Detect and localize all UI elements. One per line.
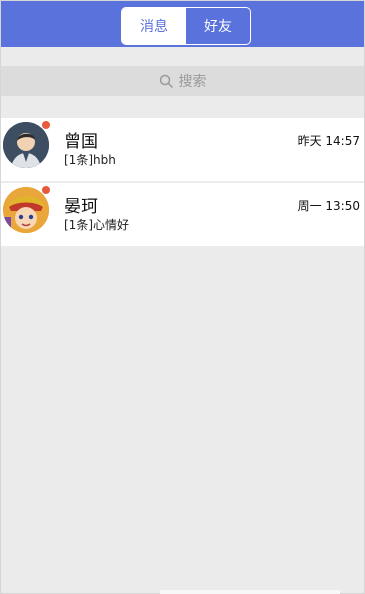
search-placeholder: 搜索 [178, 74, 207, 90]
top-header: 消息 好友 [1, 1, 364, 47]
unread-dot [42, 186, 50, 194]
tab-friends[interactable]: 好友 [186, 8, 250, 44]
message-preview: [1条]hbh [64, 153, 116, 167]
conversation-row[interactable]: 曾国 [1条]hbh 昨天 14:57 [1, 118, 364, 182]
contact-name: 晏珂 [64, 197, 98, 217]
bottom-edge [160, 590, 340, 594]
tab-messages[interactable]: 消息 [122, 8, 186, 44]
unread-dot [42, 121, 50, 129]
avatar-cartoon-icon [3, 187, 49, 233]
avatar-man-icon [3, 122, 49, 168]
message-time: 周一 13:50 [297, 199, 360, 213]
contact-name: 曾国 [64, 132, 98, 152]
message-preview: [1条]心情好 [64, 218, 129, 232]
message-time: 昨天 14:57 [297, 134, 360, 148]
segmented-tabs: 消息 好友 [121, 7, 251, 45]
conversation-list: 曾国 [1条]hbh 昨天 14:57 晏珂 [1条]心情好 周一 13:50 [1, 118, 364, 247]
search-icon [159, 74, 173, 88]
search-bar[interactable]: 搜索 [1, 66, 364, 96]
conversation-row[interactable]: 晏珂 [1条]心情好 周一 13:50 [1, 183, 364, 247]
